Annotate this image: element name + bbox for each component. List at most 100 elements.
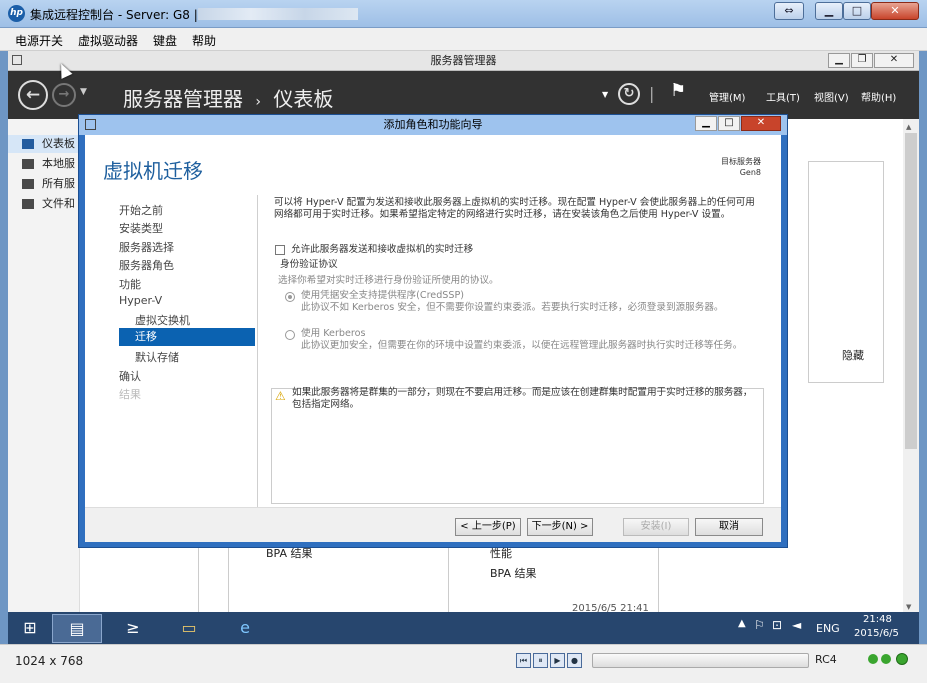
- target-server-value: Gen8: [739, 168, 761, 177]
- breadcrumb-page: 仪表板: [273, 87, 334, 111]
- kerberos-desc: 此协议更加安全，但需要在你的环境中设置约束委派，以便在远程管理此服务器时执行实时…: [301, 340, 743, 351]
- nav-migration[interactable]: 迁移: [119, 328, 255, 346]
- back-arrow-icon[interactable]: ←: [18, 80, 48, 110]
- refresh-icon[interactable]: ↻: [618, 83, 640, 105]
- credssp-label[interactable]: 使用凭据安全支持提供程序(CredSSP): [301, 290, 464, 302]
- tray-network-icon[interactable]: ⊡: [772, 618, 782, 632]
- nav-installation-type[interactable]: 安装类型: [119, 220, 163, 236]
- taskbar-server-manager-icon[interactable]: ▤: [52, 614, 102, 643]
- cancel-button[interactable]: 取消: [695, 518, 763, 536]
- all-servers-icon: [22, 179, 34, 189]
- refresh-dropdown-icon[interactable]: ▼: [602, 90, 608, 99]
- sm-minimize-button[interactable]: ▁: [828, 53, 850, 68]
- server-manager-titlebar: 服务器管理器 ▁ ❐ ✕: [8, 51, 919, 71]
- nav-server-selection[interactable]: 服务器选择: [119, 239, 174, 255]
- next-button[interactable]: 下一步(N) >: [527, 518, 593, 536]
- nav-features[interactable]: 功能: [119, 276, 141, 292]
- playback-progress-bar[interactable]: [592, 653, 809, 668]
- nav-confirmation[interactable]: 确认: [119, 368, 141, 384]
- sidebar-item-all-servers[interactable]: 所有服: [8, 175, 80, 193]
- scroll-up-icon[interactable]: ▲: [906, 123, 911, 131]
- menu-help[interactable]: 帮助: [192, 32, 216, 49]
- history-dropdown-icon[interactable]: ▼: [80, 87, 87, 97]
- ilo-titlebar: hp 集成远程控制台 - Server: G8 | ⇔ ▁ □ ✕: [0, 0, 927, 28]
- separator: |: [649, 84, 655, 103]
- clock-date[interactable]: 2015/6/5: [854, 628, 899, 639]
- hide-link[interactable]: 隐藏: [842, 347, 864, 363]
- start-button[interactable]: ⊞: [8, 614, 52, 643]
- enable-migration-label[interactable]: 允许此服务器发送和接收虚拟机的实时迁移: [291, 244, 473, 256]
- enable-migration-checkbox[interactable]: [275, 245, 285, 255]
- page-title: 虚拟机迁移: [103, 159, 203, 183]
- taskbar-powershell-icon[interactable]: ≥: [108, 614, 158, 643]
- play-icon[interactable]: ▶: [550, 653, 565, 668]
- sidebar-item-dashboard[interactable]: 仪表板: [8, 135, 80, 153]
- status-led-icon: [881, 654, 891, 664]
- menu-help-sm[interactable]: 帮助(H): [861, 89, 896, 104]
- scroll-thumb[interactable]: [905, 133, 917, 449]
- tray-up-icon[interactable]: ▲: [738, 618, 746, 629]
- rc-encryption-label: RC4: [815, 653, 837, 666]
- sm-close-button[interactable]: ✕: [874, 53, 914, 68]
- credssp-desc: 此协议不如 Kerberos 安全，但不需要你设置约束委派。若要执行实时迁移，必…: [301, 302, 724, 313]
- menu-virtual-drives[interactable]: 虚拟驱动器: [78, 32, 138, 49]
- menu-manage[interactable]: 管理(M): [709, 89, 745, 104]
- pause-icon[interactable]: ⏸: [533, 653, 548, 668]
- kerberos-label[interactable]: 使用 Kerberos: [301, 328, 366, 340]
- forward-arrow-icon[interactable]: →: [52, 83, 76, 107]
- server-manager-icon: [12, 55, 22, 65]
- breadcrumb-app: 服务器管理器: [123, 87, 243, 111]
- nav-default-stores[interactable]: 默认存储: [135, 349, 179, 365]
- restore-arrows-button[interactable]: ⇔: [774, 2, 804, 20]
- input-language[interactable]: ENG: [816, 622, 840, 635]
- redacted-title: [198, 8, 358, 20]
- vertical-scrollbar[interactable]: ▲ ▼: [903, 119, 919, 616]
- nav-virtual-switches[interactable]: 虚拟交换机: [135, 312, 190, 328]
- intro-text: 可以将 Hyper-V 配置为发送和接收此服务器上虚拟机的实时迁移。现在配置 H…: [274, 197, 755, 220]
- warning-text: 如果此服务器将是群集的一部分，则现在不要启用迁移。而是应该在创建群集时配置用于实…: [292, 387, 753, 410]
- tray-volume-icon[interactable]: ◄: [792, 618, 801, 632]
- nav-before-you-begin[interactable]: 开始之前: [119, 202, 163, 218]
- maximize-button[interactable]: □: [843, 2, 871, 20]
- wizard-maximize-button[interactable]: □: [718, 116, 740, 131]
- clock-time[interactable]: 21:48: [863, 614, 892, 625]
- taskbar-ie-icon[interactable]: e: [220, 614, 270, 643]
- sm-restore-button[interactable]: ❐: [851, 53, 873, 68]
- notification-flag-icon[interactable]: ⚑: [670, 80, 686, 101]
- menu-tools[interactable]: 工具(T): [766, 89, 800, 104]
- record-icon[interactable]: ●: [567, 653, 582, 668]
- file-services-icon: [22, 199, 34, 209]
- previous-button[interactable]: < 上一步(P): [455, 518, 521, 536]
- wizard-minimize-button[interactable]: ▁: [695, 116, 717, 131]
- server-manager-sidebar: 仪表板 本地服 所有服 文件和: [8, 119, 80, 644]
- local-server-icon: [22, 159, 34, 169]
- power-status-icon: [896, 653, 908, 665]
- bpa-results-2: BPA 结果: [490, 567, 537, 580]
- breadcrumb-separator: ›: [255, 94, 261, 110]
- close-button[interactable]: ✕: [871, 2, 919, 20]
- menu-view[interactable]: 视图(V): [814, 89, 849, 104]
- ilo-menubar: 电源开关 虚拟驱动器 键盘 帮助: [0, 28, 927, 51]
- minimize-button[interactable]: ▁: [815, 2, 843, 20]
- wizard-close-button[interactable]: ✕: [741, 116, 781, 131]
- wizard-title: 添加角色和功能向导: [383, 118, 483, 131]
- server-manager-title: 服务器管理器: [430, 54, 497, 67]
- windows-taskbar: ⊞ ▤ ≥ ▭ e ▲ ⚐ ⊡ ◄ ENG 21:48 2015/6/5: [8, 612, 919, 644]
- kerberos-radio[interactable]: [285, 330, 295, 340]
- auth-group-title: 身份验证协议: [278, 259, 340, 271]
- taskbar-explorer-icon[interactable]: ▭: [164, 614, 214, 643]
- tray-flag-icon[interactable]: ⚐: [754, 618, 765, 632]
- install-button: 安装(I): [623, 518, 689, 536]
- scroll-down-icon[interactable]: ▼: [906, 603, 911, 611]
- menu-power[interactable]: 电源开关: [15, 32, 63, 49]
- credssp-radio[interactable]: [285, 292, 295, 302]
- sidebar-item-file-services[interactable]: 文件和: [8, 195, 80, 213]
- menu-keyboard[interactable]: 键盘: [153, 32, 177, 49]
- sidebar-item-local-server[interactable]: 本地服: [8, 155, 80, 173]
- nav-hyper-v[interactable]: Hyper-V: [119, 294, 162, 307]
- nav-server-roles[interactable]: 服务器角色: [119, 257, 174, 273]
- target-server-label: 目标服务器: [721, 157, 761, 166]
- wizard-footer: < 上一步(P) 下一步(N) > 安装(I) 取消: [85, 507, 781, 542]
- rewind-icon[interactable]: ⏮: [516, 653, 531, 668]
- screen-resolution: 1024 x 768: [15, 654, 84, 668]
